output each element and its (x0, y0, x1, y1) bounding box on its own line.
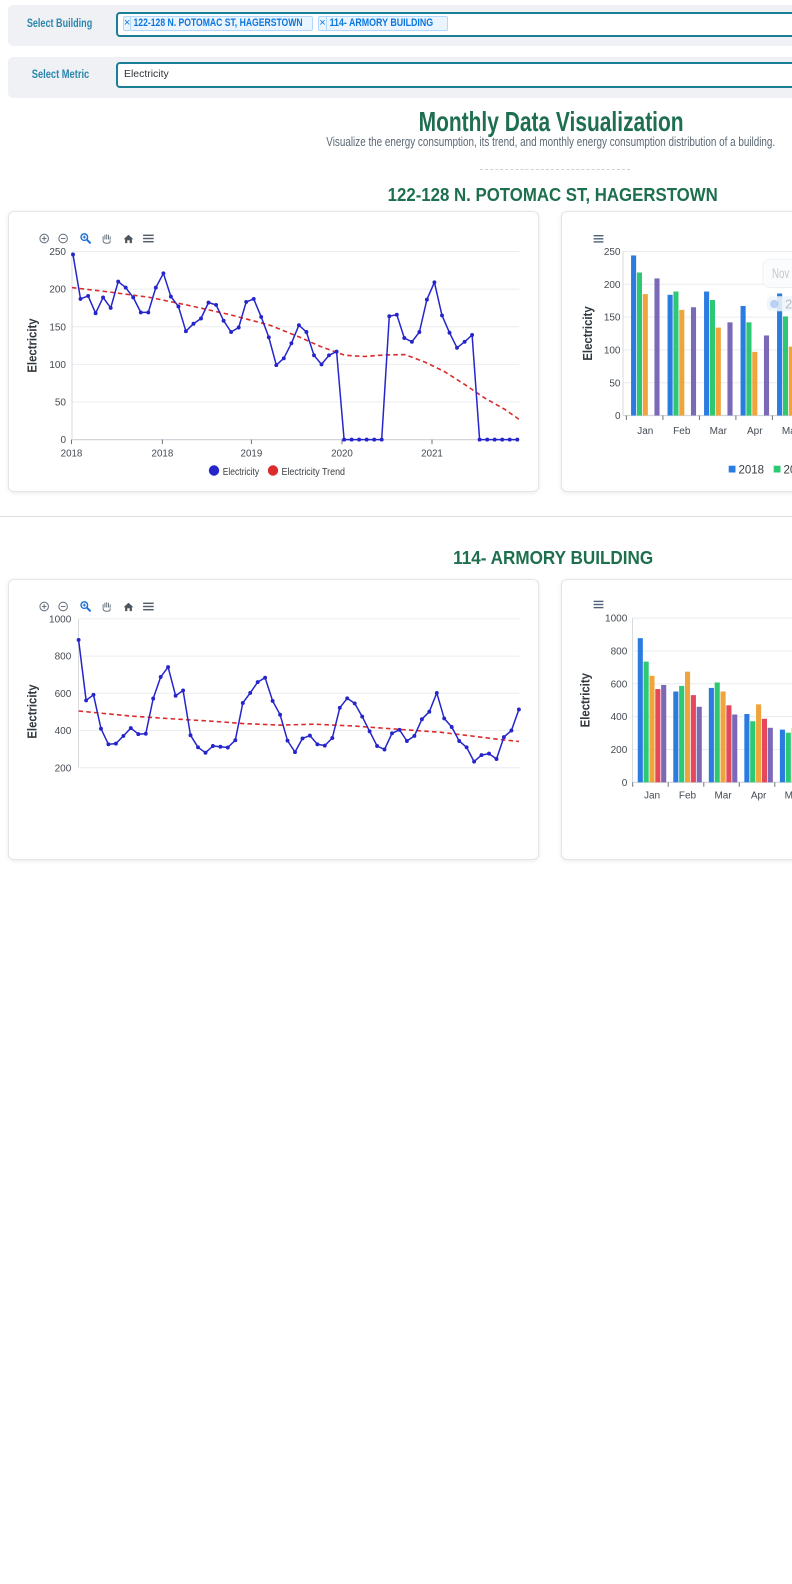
svg-text:1000: 1000 (605, 613, 628, 624)
svg-text:400: 400 (55, 726, 72, 737)
svg-text:200: 200 (610, 745, 627, 756)
svg-text:800: 800 (610, 646, 627, 657)
svg-text:0: 0 (60, 435, 66, 446)
svg-text:200: 200 (49, 284, 66, 295)
svg-text:Electricity: Electricity (580, 305, 595, 360)
svg-text:May: May (781, 426, 792, 437)
svg-text:50: 50 (609, 378, 621, 389)
svg-text:50: 50 (55, 397, 67, 408)
svg-text:Electricity: Electricity (25, 683, 40, 738)
svg-text:400: 400 (610, 712, 627, 723)
svg-text:100: 100 (603, 345, 620, 356)
svg-text:250: 250 (49, 247, 66, 258)
svg-text:Jan: Jan (637, 426, 653, 437)
svg-text:250: 250 (603, 247, 620, 258)
svg-text:2018: 2018 (152, 448, 174, 459)
svg-text:Electricity: Electricity (223, 466, 259, 477)
svg-text:Electricity Trend: Electricity Trend (282, 466, 346, 477)
svg-text:600: 600 (610, 679, 627, 690)
svg-text:150: 150 (49, 322, 66, 333)
svg-text:0: 0 (614, 411, 620, 422)
svg-text:100: 100 (49, 360, 66, 371)
svg-text:200: 200 (603, 279, 620, 290)
svg-text:600: 600 (55, 688, 72, 699)
svg-text:2020: 2020 (331, 448, 353, 459)
svg-text:2019: 2019 (241, 448, 263, 459)
svg-text:2018: 2018 (61, 448, 83, 459)
svg-text:2021: 2021 (421, 448, 443, 459)
svg-text:1000: 1000 (49, 614, 72, 625)
svg-text:Mar: Mar (709, 426, 727, 437)
svg-text:Apr: Apr (747, 426, 763, 437)
svg-text:2: 2 (785, 296, 792, 311)
svg-text:Electricity: Electricity (25, 317, 40, 372)
svg-text:2019: 2019 (783, 464, 792, 476)
svg-text:2018: 2018 (738, 464, 764, 476)
svg-text:800: 800 (55, 651, 72, 662)
svg-text:200: 200 (55, 763, 72, 774)
svg-text:0: 0 (621, 777, 627, 788)
svg-text:Feb: Feb (673, 426, 691, 437)
svg-text:Electricity: Electricity (577, 672, 592, 727)
svg-text:150: 150 (603, 312, 620, 323)
svg-text:Nov: Nov (772, 266, 789, 281)
